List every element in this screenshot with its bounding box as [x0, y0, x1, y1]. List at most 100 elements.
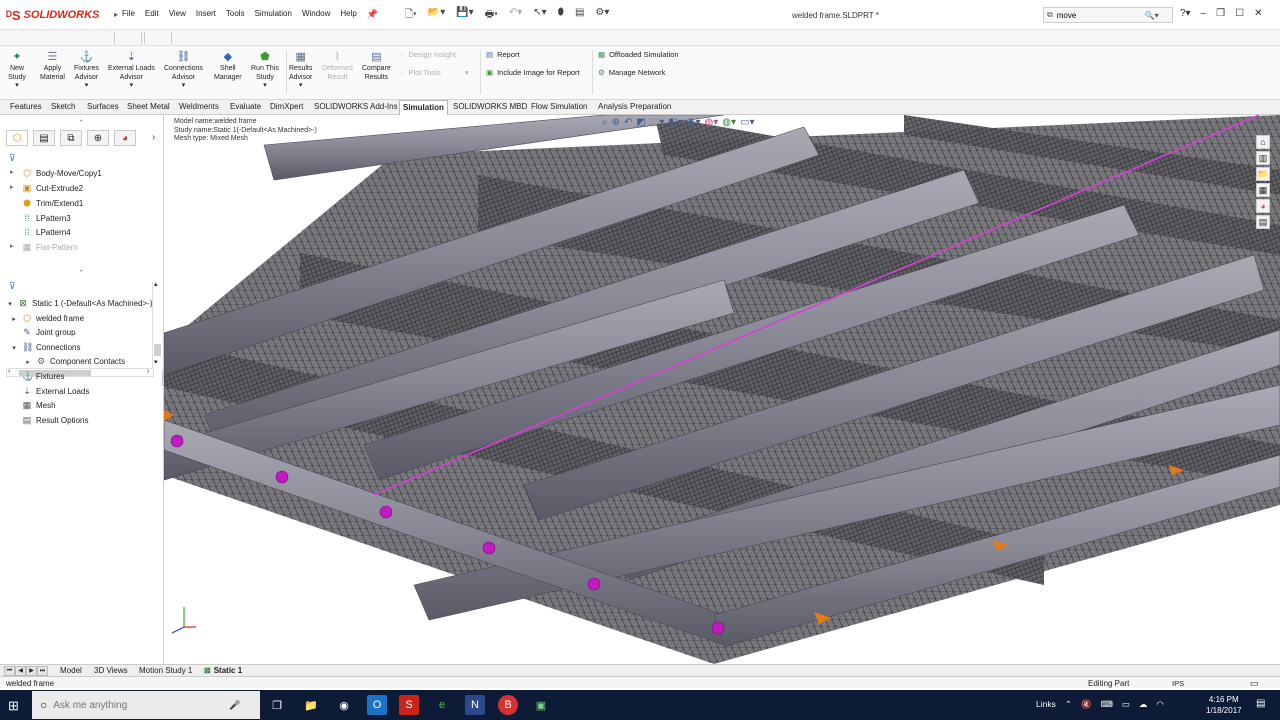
battery-icon[interactable]: ▭	[1122, 699, 1130, 710]
scroll-thumb[interactable]	[154, 344, 161, 356]
tab-features[interactable]: Features	[10, 102, 42, 111]
pin-menu-icon[interactable]: 📌	[367, 9, 378, 20]
chrome-icon[interactable]: ◉	[334, 695, 354, 715]
unit-system-dropdown[interactable]: IPS	[1172, 679, 1184, 688]
scroll-right-icon[interactable]: ›	[147, 368, 149, 375]
tree-item-cut-extrude[interactable]: ▣ Cut-Extrude2	[22, 183, 83, 194]
menu-help[interactable]: Help	[340, 9, 356, 20]
tab-flow-simulation[interactable]: Flow Simulation	[531, 102, 587, 111]
status-icon[interactable]: ▭	[1250, 678, 1259, 689]
section-view-icon[interactable]: ◩	[636, 117, 645, 128]
menu-file[interactable]: File	[122, 9, 135, 20]
scroll-down-icon[interactable]: ▾	[154, 358, 158, 366]
design-insight-button[interactable]: ◌ Design Insight	[400, 50, 456, 59]
tree-vertical-scrollbar[interactable]: ▴ ▾	[152, 280, 162, 369]
deformed-result-button[interactable]: ⌇ Deformed Result	[322, 50, 353, 82]
print-icon[interactable]: 🖶▾	[485, 7, 498, 24]
links-toolbar[interactable]: Links	[1036, 699, 1056, 710]
custom-properties-icon[interactable]: ▤	[1256, 215, 1270, 229]
dimxpert-manager-icon[interactable]: ⊕	[87, 130, 109, 146]
search-scope-icon[interactable]: ⧉	[1047, 10, 1053, 20]
restore-icon[interactable]: ❐	[1216, 8, 1225, 19]
taskbar-search[interactable]: ○ 🎤	[32, 691, 260, 719]
box-app-icon[interactable]: B	[498, 695, 518, 715]
network-icon[interactable]: ⌨	[1101, 699, 1113, 710]
menu-edit[interactable]: Edit	[145, 9, 159, 20]
tab-solidworks-mbd[interactable]: SOLIDWORKS MBD	[453, 102, 527, 111]
expand-icon[interactable]: ▾	[10, 344, 18, 352]
toolbar-grip[interactable]	[144, 32, 172, 44]
taskbar-clock[interactable]: 4:16 PM 1/18/2017	[1206, 694, 1242, 716]
tab-analysis-preparation[interactable]: Analysis Preparation	[598, 102, 671, 111]
solidworks-taskbar-icon[interactable]: S	[399, 695, 419, 715]
edit-appearance-icon[interactable]: ◍▾	[705, 117, 719, 128]
expand-icon[interactable]: ▸	[10, 315, 18, 323]
tree-item-external-loads[interactable]: ⇣ External Loads	[10, 386, 89, 397]
minimize-icon[interactable]: –	[1201, 8, 1207, 19]
volume-muted-icon[interactable]: 🔇	[1081, 699, 1092, 710]
tab-sheet-metal[interactable]: Sheet Metal	[127, 102, 170, 111]
filter-icon[interactable]: ⊽	[9, 281, 16, 292]
menu-simulation[interactable]: Simulation	[255, 9, 292, 20]
menu-window[interactable]: Window	[302, 9, 330, 20]
tab-surfaces[interactable]: Surfaces	[87, 102, 119, 111]
expand-icon[interactable]: ▸	[10, 242, 14, 250]
filter-icon[interactable]: ⊽	[9, 153, 16, 164]
tree-item-component-contacts[interactable]: ▸ ⚙ Component Contacts	[24, 356, 125, 367]
rebuild-icon[interactable]: ⬮	[558, 7, 564, 24]
first-tab-arrow-icon[interactable]: ⏮	[4, 666, 15, 676]
hide-show-items-icon[interactable]: ◉▾	[687, 117, 701, 128]
last-tab-arrow-icon[interactable]: ⏭	[37, 666, 48, 676]
splitter-handle[interactable]: •	[80, 268, 82, 275]
appearances-icon[interactable]: ◕	[1256, 199, 1270, 213]
microphone-icon[interactable]: 🎤	[229, 700, 240, 711]
more-tabs-arrow-icon[interactable]: ›	[152, 132, 155, 143]
outlook-icon[interactable]: O	[367, 695, 387, 715]
select-icon[interactable]: ↖▾	[533, 7, 546, 24]
report-button[interactable]: ▤ Report	[486, 50, 520, 59]
logo-menu-arrow-icon[interactable]: ▸	[114, 10, 118, 19]
expand-icon[interactable]: ▾	[6, 300, 14, 308]
new-study-button[interactable]: ✦ New Study ▾	[8, 50, 26, 91]
tab-model[interactable]: Model	[60, 666, 82, 675]
action-center-icon[interactable]: ▤	[1256, 698, 1265, 709]
zoom-to-fit-icon[interactable]: ⌕	[602, 117, 608, 128]
wifi-icon[interactable]: ◠	[1156, 699, 1163, 710]
expand-icon[interactable]: ▸	[24, 358, 32, 366]
apply-material-button[interactable]: ☰ Apply Material	[40, 50, 65, 82]
fixtures-advisor-button[interactable]: ⚓ Fixtures Advisor ▾	[74, 50, 99, 91]
shell-manager-button[interactable]: ◆ Shell Manager	[214, 50, 242, 82]
maximize-icon[interactable]: ☐	[1235, 8, 1244, 19]
previous-view-icon[interactable]: ↶	[624, 117, 632, 128]
run-study-button[interactable]: ⬟ Run This Study ▾	[251, 50, 279, 91]
notepad-icon[interactable]: N	[465, 695, 485, 715]
tree-item-trim-extend[interactable]: ⬢ Trim/Extend1	[22, 198, 83, 209]
options-icon[interactable]: ⚙▾	[595, 7, 609, 24]
view-settings-icon[interactable]: ▭▾	[740, 117, 754, 128]
scroll-up-icon[interactable]: ▴	[154, 280, 158, 288]
solidworks-resources-icon[interactable]: ⌂	[1256, 135, 1270, 149]
taskbar-search-input[interactable]	[53, 699, 224, 711]
display-style-icon[interactable]: ◧▾	[668, 117, 682, 128]
manage-network-button[interactable]: ⚙ Manage Network	[598, 68, 665, 77]
tree-item-flat-pattern[interactable]: ▦ Flat-Pattern	[22, 242, 78, 253]
plot-tools-button[interactable]: ◌ Plot Tools ▾	[400, 68, 469, 77]
zoom-to-area-icon[interactable]: ⊕	[612, 117, 620, 128]
menu-tools[interactable]: Tools	[226, 9, 245, 20]
file-properties-icon[interactable]: ▤	[575, 7, 584, 24]
next-tab-arrow-icon[interactable]: ▶	[26, 666, 37, 676]
graphics-area[interactable]: Model name:welded frame Study name:Stati…	[164, 115, 1280, 664]
tree-item-fixtures[interactable]: ⚓ Fixtures	[10, 371, 64, 382]
tray-overflow-icon[interactable]: ⌃	[1065, 699, 1072, 710]
tree-item-lpattern3[interactable]: ⁞⁞ LPattern3	[22, 213, 70, 223]
tab-static-study[interactable]: ⊠ Static 1	[204, 666, 242, 675]
design-library-icon[interactable]: ▥	[1256, 151, 1270, 165]
splitter-handle[interactable]: •	[80, 118, 82, 125]
tree-item-mesh[interactable]: ▦ Mesh	[10, 400, 56, 411]
tree-item-connections[interactable]: ▾ ⛓ Connections	[10, 342, 80, 353]
offloaded-simulation-button[interactable]: ▦ Offloaded Simulation	[598, 50, 679, 59]
tab-3d-views[interactable]: 3D Views	[94, 666, 128, 675]
expand-icon[interactable]: ▸	[10, 168, 14, 176]
help-icon[interactable]: ?▾	[1180, 8, 1191, 19]
new-document-icon[interactable]: 🗋▾	[405, 7, 417, 24]
